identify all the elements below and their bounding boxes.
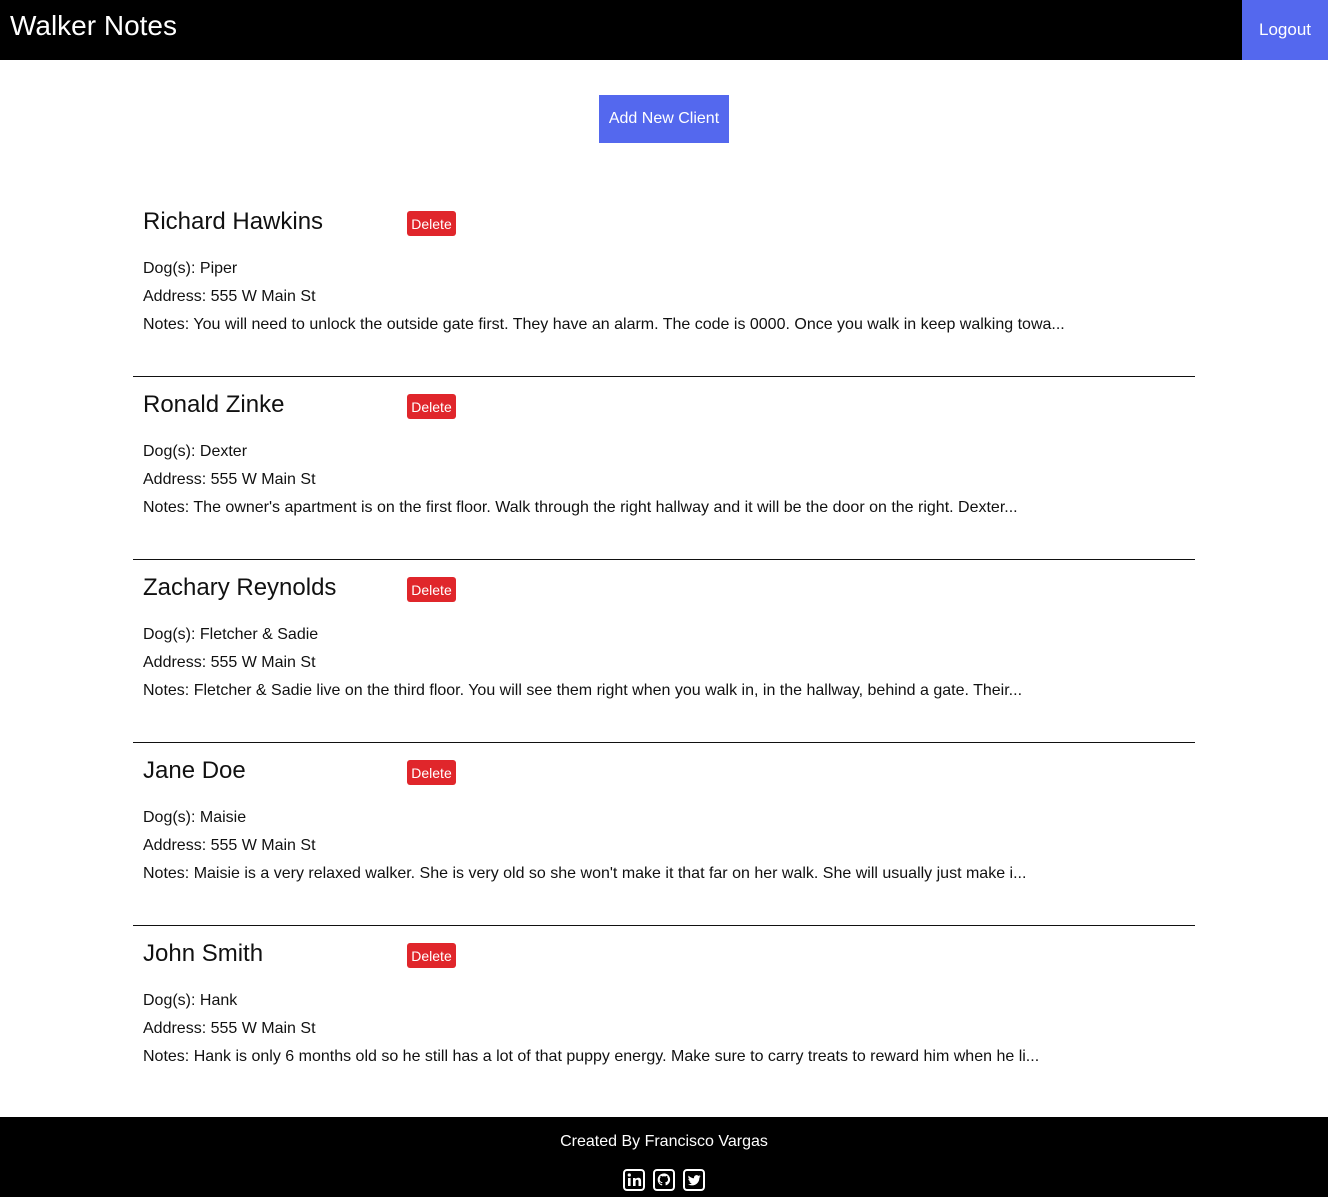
app-brand[interactable]: Walker Notes (10, 10, 177, 42)
logout-button[interactable]: Logout (1242, 0, 1328, 60)
client-list: Richard Hawkins Delete Dog(s): Piper Add… (133, 194, 1195, 1109)
linkedin-icon[interactable] (623, 1169, 645, 1191)
client-address: Address: 555 W Main St (143, 837, 316, 854)
client-card: John Smith Delete Dog(s): Hank Address: … (133, 926, 1195, 1109)
client-dogs: Dog(s): Hank (143, 992, 238, 1009)
twitter-icon[interactable] (683, 1169, 705, 1191)
client-name: Ronald Zinke (143, 391, 285, 418)
client-card: Richard Hawkins Delete Dog(s): Piper Add… (133, 194, 1195, 377)
client-dogs: Dog(s): Fletcher & Sadie (143, 626, 319, 643)
top-navbar: Walker Notes Logout (0, 0, 1328, 60)
client-address: Address: 555 W Main St (143, 288, 316, 305)
page-footer: Created By Francisco Vargas (0, 1117, 1328, 1197)
client-name: John Smith (143, 940, 264, 967)
client-name: Jane Doe (143, 757, 246, 784)
client-notes: Notes: Maisie is a very relaxed walker. … (143, 865, 1027, 882)
add-new-client-button[interactable]: Add New Client (599, 95, 729, 143)
client-address: Address: 555 W Main St (143, 1020, 316, 1037)
client-name: Zachary Reynolds (143, 574, 337, 601)
client-dogs: Dog(s): Piper (143, 260, 238, 277)
client-notes: Notes: Fletcher & Sadie live on the thir… (143, 682, 1023, 699)
delete-client-button[interactable]: Delete (407, 760, 456, 785)
social-links (623, 1169, 705, 1191)
delete-client-button[interactable]: Delete (407, 211, 456, 236)
client-dogs: Dog(s): Dexter (143, 443, 248, 460)
delete-client-button[interactable]: Delete (407, 394, 456, 419)
client-dogs: Dog(s): Maisie (143, 809, 247, 826)
github-icon[interactable] (653, 1169, 675, 1191)
client-name: Richard Hawkins (143, 208, 324, 235)
footer-credit: Created By Francisco Vargas (560, 1133, 768, 1150)
client-notes: Notes: The owner's apartment is on the f… (143, 499, 1018, 516)
client-card: Zachary Reynolds Delete Dog(s): Fletcher… (133, 560, 1195, 743)
client-notes: Notes: You will need to unlock the outsi… (143, 316, 1065, 333)
client-address: Address: 555 W Main St (143, 471, 316, 488)
client-address: Address: 555 W Main St (143, 654, 316, 671)
client-notes: Notes: Hank is only 6 months old so he s… (143, 1048, 1040, 1065)
client-card: Jane Doe Delete Dog(s): Maisie Address: … (133, 743, 1195, 926)
client-card: Ronald Zinke Delete Dog(s): Dexter Addre… (133, 377, 1195, 560)
delete-client-button[interactable]: Delete (407, 943, 456, 968)
delete-client-button[interactable]: Delete (407, 577, 456, 602)
